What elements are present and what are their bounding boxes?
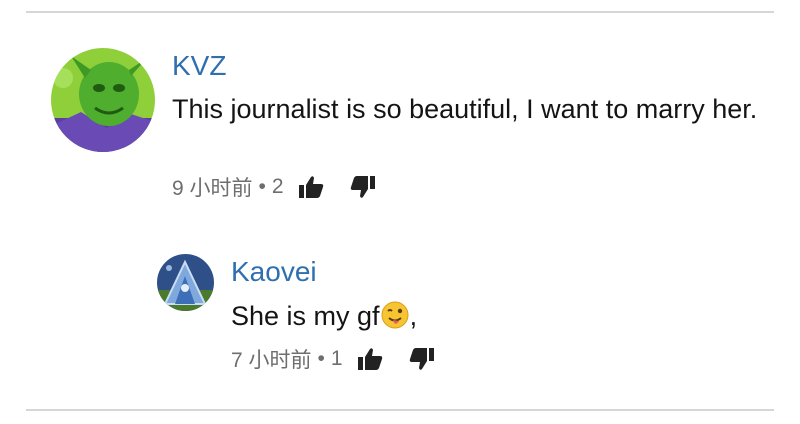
bottom-divider <box>26 409 774 411</box>
thumbs-down-icon <box>409 348 434 370</box>
reply-text-trailing: , <box>409 301 418 331</box>
comment-author[interactable]: KVZ <box>172 50 226 82</box>
dislike-button[interactable] <box>350 175 376 199</box>
like-count: 2 <box>271 175 284 198</box>
reply-meta: 7 小时前 • 1 <box>231 344 435 374</box>
reply-text-main: She is my gf <box>231 301 380 331</box>
like-count: 1 <box>330 347 343 370</box>
reply-timestamp: 7 小时前 <box>231 349 312 372</box>
comment-meta: 9 小时前 • 2 <box>172 172 376 202</box>
thumbs-up-icon <box>357 348 382 370</box>
dislike-button[interactable] <box>409 347 435 371</box>
meta-separator: • <box>317 347 325 370</box>
thumbs-up-icon <box>298 176 323 198</box>
meta-separator: • <box>258 175 266 198</box>
avatar-image <box>157 254 214 311</box>
winking-face-with-tongue-icon <box>381 301 409 339</box>
comment-text: This journalist is so beautiful, I want … <box>172 94 758 124</box>
thumbs-down-icon <box>350 176 375 198</box>
comment-timestamp: 9 小时前 <box>172 177 253 200</box>
avatar[interactable] <box>157 254 214 311</box>
like-button[interactable] <box>357 347 383 371</box>
reply-text: She is my gf , <box>231 297 771 339</box>
like-button[interactable] <box>298 175 324 199</box>
reply-author[interactable]: Kaovei <box>231 256 317 288</box>
top-divider <box>26 11 774 13</box>
avatar-image <box>51 48 155 152</box>
avatar[interactable] <box>51 48 155 152</box>
